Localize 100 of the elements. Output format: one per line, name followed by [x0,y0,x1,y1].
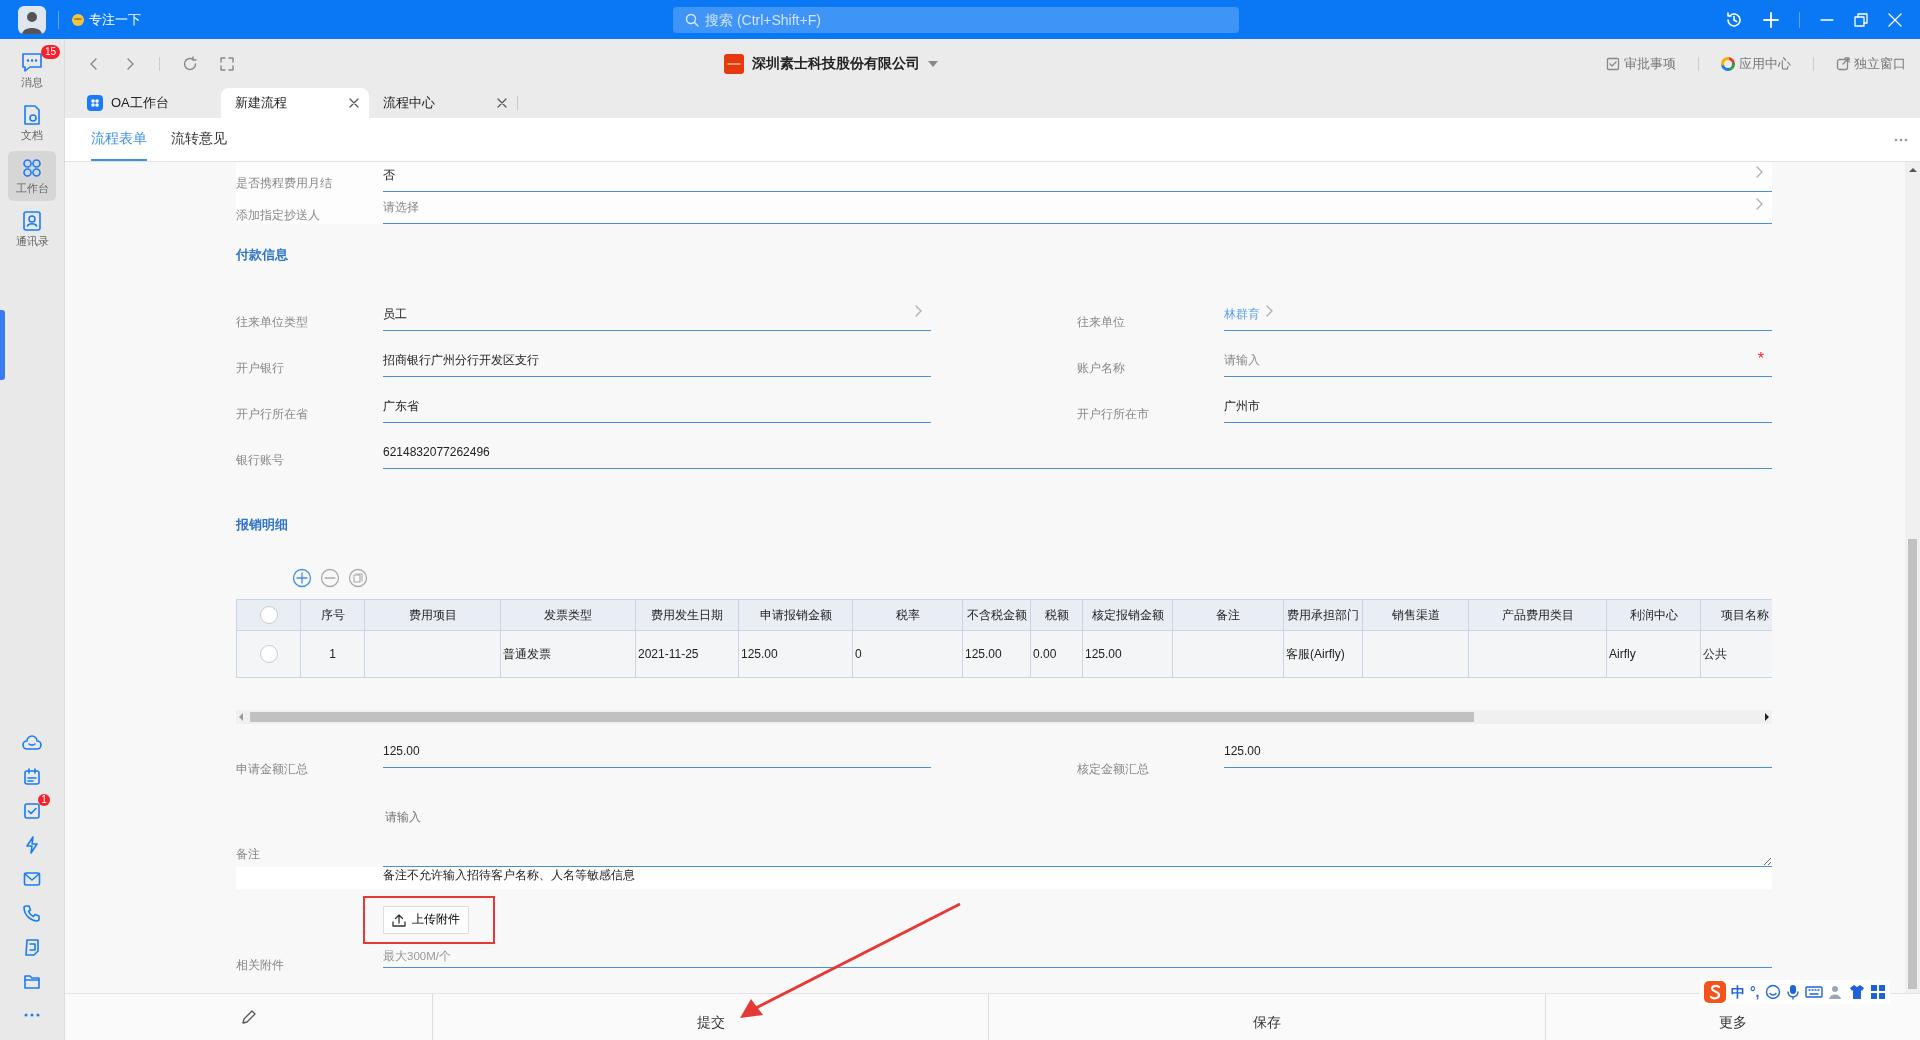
column-header: 费用承担部门 [1283,599,1363,631]
column-header: 税率 [852,599,963,631]
chevron-icon[interactable] [1756,166,1764,178]
mail-icon [22,869,42,889]
field-value: 广东省 [383,397,419,415]
column-header: 序号 [300,599,365,631]
column-header: 费用项目 [364,599,501,631]
search-field[interactable]: 搜索 (Ctrl+Shift+F) [673,6,1239,33]
action-button[interactable]: 更多 [1713,1010,1753,1034]
smiley-icon[interactable] [1764,984,1781,1000]
grid-icon[interactable] [1869,984,1886,1000]
remark-hint: 备注不允许输入招待客户名称、人名等敏感信息 [383,869,635,881]
microphone-icon[interactable] [1785,984,1800,1000]
size-hint: 最大300M/个 [383,949,451,964]
sidebar-item[interactable]: 通讯录 [8,204,56,254]
checkbox[interactable] [259,606,278,625]
close-icon[interactable] [349,98,359,108]
table-cell: 125.00 [962,630,1031,678]
task-check-icon [22,801,42,821]
vertical-scrollbar[interactable] [1905,162,1920,993]
section-title: 付款信息 [236,246,289,264]
field-value: 否 [383,167,395,184]
field-value: 125.00 [383,743,420,760]
edit-icon[interactable] [239,1008,258,1026]
tab[interactable]: OA工作台 [73,88,221,118]
checkbox[interactable] [259,645,278,664]
table-cell: 125.00 [738,630,853,678]
remove-row-icon[interactable] [320,567,340,588]
chevron-icon[interactable] [1756,198,1764,210]
field-label: 开户行所在省 [236,405,309,423]
restore-icon[interactable] [1854,12,1868,27]
calendar-icon [22,767,42,787]
required-mark: * [1757,350,1764,367]
field-value: 林群育 [1224,305,1260,323]
refresh-icon[interactable] [182,55,198,72]
avatar[interactable] [18,5,46,34]
ime-logo-icon[interactable] [1704,981,1726,1003]
upload-icon [392,913,406,927]
more-icon[interactable] [1894,138,1908,143]
table-cell: 125.00 [1082,630,1173,678]
action-button[interactable]: 保存 [1247,1010,1287,1034]
field-value: 员工 [383,305,407,323]
tab[interactable]: 流程中心 [369,88,517,118]
input-field[interactable]: 125.00 [383,742,931,768]
input-field[interactable]: 请选择 [383,198,1772,224]
field-value: 6214832077262496 [383,443,490,461]
horizontal-scrollbar[interactable] [236,710,1772,724]
column-header: 发票类型 [500,599,636,631]
field-label: 申请金额汇总 [236,761,309,778]
input-field[interactable]: 员工 [383,304,931,331]
sidebar-label: 文档 [21,127,43,143]
ime-mode[interactable]: °, [1750,981,1760,1003]
copy-row-icon[interactable] [348,567,368,588]
toolbar-link[interactable]: 应用中心 [1717,53,1795,74]
user-icon[interactable] [1827,984,1844,1000]
close-icon[interactable] [497,98,507,108]
table-cell: 客服(Airfly) [1283,630,1363,678]
add-row-icon[interactable] [292,567,312,588]
input-field[interactable]: 125.00 [1224,742,1772,768]
emoji-icon [71,12,85,27]
shirt-icon[interactable] [1848,984,1865,1000]
keyboard-icon[interactable] [1804,985,1823,999]
toolbar-link[interactable]: 审批事项 [1602,53,1680,74]
field-label: 往来单位类型 [236,313,309,331]
caret-icon[interactable] [928,60,938,67]
input-field[interactable]: 6214832077262496 [383,442,1772,469]
field-label: 备注 [236,846,261,863]
sidebar-item[interactable]: 工作台 [8,151,56,201]
sidebar-item[interactable]: 文档 [8,98,56,148]
history-icon[interactable] [1725,10,1743,29]
input-field[interactable]: 请输入 * [1224,350,1772,377]
fullscreen-icon[interactable] [220,56,234,71]
input-field[interactable]: 广州市 [1224,396,1772,423]
upload-button[interactable]: 上传附件 [383,906,469,934]
status-text[interactable]: 专注一下 [89,9,141,30]
toolbar-link[interactable]: 独立窗口 [1832,53,1910,74]
company-logo-icon [724,53,744,74]
column-header: 项目名称 [1700,599,1772,631]
field-value: 招商银行广州分行开发区支行 [383,351,539,369]
chevron-icon[interactable] [915,304,923,317]
field-placeholder: 请选择 [383,199,419,216]
more-icon[interactable] [23,1012,41,1018]
field-value: 广州市 [1224,397,1260,415]
plus-icon[interactable] [1763,11,1779,28]
input-field[interactable]: 招商银行广州分行开发区支行 [383,350,931,377]
tab[interactable]: 新建流程 [221,88,369,118]
input-field[interactable]: 广东省 [383,396,931,423]
field-label: 添加指定抄送人 [236,207,321,224]
company-name[interactable]: 深圳素士科技股份有限公司 [752,53,920,74]
column-header: 备注 [1172,599,1284,631]
field-label: 是否携程费用月结 [236,175,333,192]
chevron-icon[interactable] [1266,304,1274,317]
phone-icon [22,903,42,923]
section-title: 报销明细 [236,515,289,534]
ime-mode[interactable]: 中 [1731,981,1745,1003]
field-label: 账户名称 [1077,359,1126,377]
form-tab[interactable]: 流转意见 [171,118,227,161]
note-icon [22,937,42,957]
cloud-icon [22,733,42,753]
action-button[interactable]: 提交 [690,1010,731,1034]
